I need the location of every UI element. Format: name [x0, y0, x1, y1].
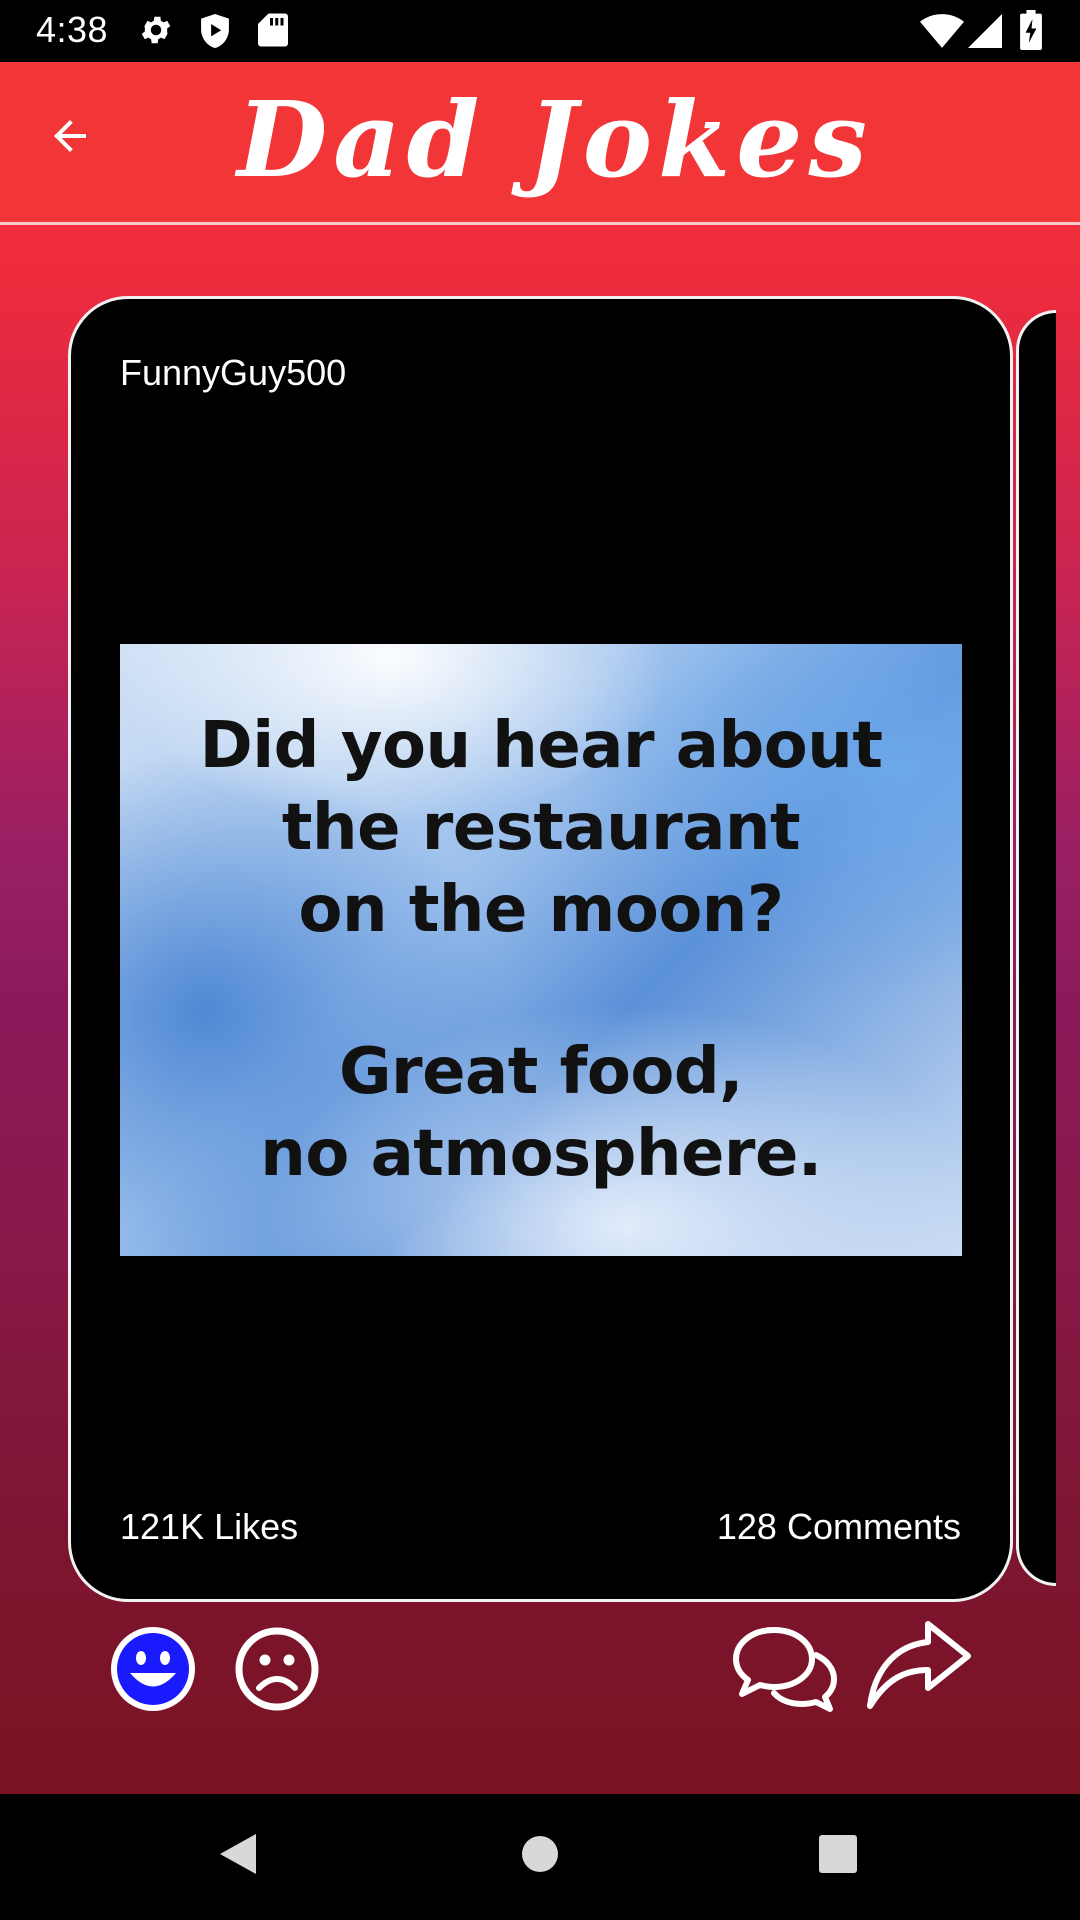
dislike-button[interactable]	[232, 1624, 322, 1714]
shield-play-icon	[198, 12, 232, 55]
header-divider	[0, 222, 1080, 225]
cell-signal-icon	[968, 14, 1002, 53]
share-button[interactable]	[862, 1618, 974, 1714]
nav-back-button[interactable]	[210, 1826, 266, 1882]
comment-button[interactable]	[730, 1622, 842, 1714]
share-arrow-icon	[867, 1621, 971, 1709]
joke-setup-line: the restaurant	[281, 791, 801, 865]
chat-bubbles-icon	[733, 1627, 837, 1712]
card-username[interactable]: FunnyGuy500	[120, 352, 346, 394]
likes-count: 121K Likes	[120, 1506, 299, 1547]
comments-count[interactable]: 128 Comments	[717, 1506, 961, 1548]
app-title: Dad Jokes	[237, 78, 873, 201]
system-nav-bar	[0, 1794, 1080, 1920]
joke-punchline-line: Great food,	[339, 1035, 743, 1109]
battery-charging-icon	[1020, 10, 1042, 55]
smiley-sad-icon	[235, 1627, 319, 1711]
joke-setup-line: on the moon?	[298, 873, 784, 947]
joke-punchline-line: no atmosphere.	[260, 1117, 822, 1191]
home-circle-icon	[522, 1836, 558, 1872]
back-triangle-icon	[220, 1834, 256, 1874]
smiley-happy-icon	[111, 1627, 195, 1711]
nav-recents-button[interactable]	[810, 1826, 866, 1882]
status-bar: 4:38	[0, 0, 1080, 62]
next-card-peek[interactable]	[1016, 310, 1056, 1586]
joke-setup-line: Did you hear about	[199, 709, 883, 783]
gear-icon	[138, 12, 174, 53]
recents-square-icon	[819, 1835, 857, 1873]
like-button[interactable]	[108, 1624, 198, 1714]
sd-card-icon	[258, 12, 288, 53]
joke-image[interactable]: Did you hear about the restaurant on the…	[120, 644, 962, 1256]
status-time: 4:38	[36, 9, 109, 50]
wifi-icon	[920, 14, 964, 53]
nav-home-button[interactable]	[512, 1826, 568, 1882]
